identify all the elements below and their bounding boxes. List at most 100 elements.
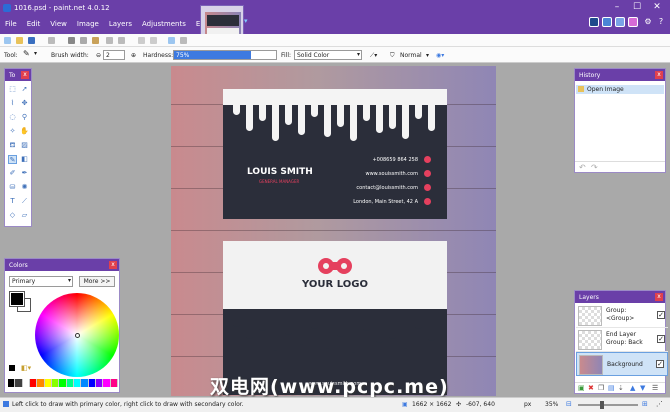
tools-close-icon[interactable]: x (21, 71, 29, 79)
layers-close-icon[interactable]: x (655, 293, 663, 301)
palette-icon[interactable]: ◧▾ (21, 364, 31, 372)
redo-icon[interactable] (150, 37, 157, 44)
palette-swatch[interactable] (59, 379, 67, 387)
paste-icon[interactable] (92, 37, 99, 44)
unit-dropdown[interactable]: px (524, 401, 531, 408)
layer-row-group[interactable]: Group: <Group> ✓ (576, 304, 668, 328)
move-selection-icon[interactable]: ➚ (20, 85, 29, 94)
move-layer-up-icon[interactable]: ▲ (630, 384, 635, 392)
merge-layer-icon[interactable]: ⇣ (618, 384, 624, 392)
menu-layers[interactable]: Layers (104, 17, 137, 33)
hardness-slider[interactable]: 75% (173, 50, 277, 60)
antialias-icon[interactable]: ⟋▾ (370, 52, 377, 60)
layer-row-background[interactable]: Background ✓ (576, 352, 668, 376)
color-wheel-picker[interactable] (75, 333, 80, 338)
menu-image[interactable]: Image (72, 17, 104, 33)
help-icon[interactable]: ? (656, 17, 666, 27)
colors-window-icon[interactable] (628, 17, 638, 27)
colors-close-icon[interactable]: x (109, 261, 117, 269)
tools-window-icon[interactable] (589, 17, 599, 27)
zoom-in-icon[interactable]: ⊞ (642, 400, 648, 408)
line-curve-icon[interactable]: ⟋ (20, 197, 29, 206)
palette-swatch[interactable] (15, 379, 23, 387)
minimize-button[interactable]: – (608, 2, 626, 12)
palette-swatch[interactable] (8, 379, 16, 387)
paintbrush-tool-icon[interactable]: ✎ (8, 155, 17, 164)
tool-dropdown-icon[interactable]: ▾ (34, 50, 37, 57)
tab-dropdown-icon[interactable]: ▾ (244, 17, 248, 25)
brush-width-minus-icon[interactable]: ⊖ (96, 52, 101, 59)
copy-icon[interactable] (80, 37, 87, 44)
zoom-slider-handle[interactable] (600, 401, 604, 409)
grid-icon[interactable] (168, 37, 175, 44)
crop-icon[interactable] (106, 37, 113, 44)
palette-swatch[interactable] (66, 379, 74, 387)
menu-file[interactable]: File (0, 17, 22, 33)
history-window-icon[interactable] (602, 17, 612, 27)
palette-swatch[interactable] (73, 379, 82, 387)
brush-width-plus-icon[interactable]: ⊕ (131, 52, 136, 59)
paint-bucket-icon[interactable]: ⛾ (8, 141, 17, 150)
palette-swatch[interactable] (51, 379, 60, 387)
palette-swatch[interactable] (29, 379, 38, 387)
history-undo-icon[interactable]: ↶ (579, 163, 586, 172)
cut-icon[interactable] (68, 37, 75, 44)
maximize-button[interactable]: ☐ (628, 2, 646, 12)
rulers-icon[interactable] (180, 37, 187, 44)
layer-row-end-group[interactable]: End Layer Group: Back ✓ (576, 328, 668, 352)
move-layer-down-icon[interactable]: ▼ (640, 384, 645, 392)
palette-swatch[interactable] (44, 379, 52, 387)
layer-visibility-checkbox[interactable]: ✓ (656, 360, 664, 368)
open-icon[interactable] (16, 37, 23, 44)
zoom-value[interactable]: 35% (545, 401, 558, 408)
fill-dropdown[interactable]: Solid Color (294, 50, 362, 60)
palette-swatch[interactable] (81, 379, 89, 387)
import-layer-icon[interactable]: ▤ (608, 384, 615, 392)
palette-swatch[interactable] (22, 379, 30, 387)
color-mode-dropdown[interactable]: Primary (9, 276, 73, 287)
more-button[interactable]: More >> (79, 276, 115, 287)
primary-color-swatch[interactable] (9, 291, 25, 307)
palette-swatch[interactable] (103, 379, 111, 387)
layer-visibility-checkbox[interactable]: ✓ (657, 311, 665, 319)
layers-window-icon[interactable] (615, 17, 625, 27)
zoom-out-icon[interactable]: ⊟ (566, 400, 572, 408)
move-selection-alt-icon[interactable]: ✥ (20, 99, 29, 108)
blend-mode-dropdown[interactable]: Normal (400, 52, 422, 59)
gradient-icon[interactable]: ▨ (20, 141, 29, 150)
settings-icon[interactable]: ⚙ (643, 17, 653, 27)
palette-swatch[interactable] (110, 379, 118, 387)
color-wheel[interactable] (35, 293, 119, 377)
recolor-icon[interactable]: ✺ (20, 183, 29, 192)
rectangle-select-icon[interactable]: ⬚ (8, 85, 17, 94)
new-icon[interactable] (4, 37, 11, 44)
history-close-icon[interactable]: x (655, 71, 663, 79)
duplicate-layer-icon[interactable]: ❐ (598, 384, 604, 392)
palette-swatch[interactable] (88, 379, 96, 387)
undo-icon[interactable] (138, 37, 145, 44)
close-button[interactable]: ✕ (648, 2, 666, 12)
add-layer-icon[interactable]: ▣ (578, 384, 585, 392)
reset-colors-icon[interactable] (9, 365, 15, 371)
text-icon[interactable]: T (8, 197, 17, 206)
zoom-icon[interactable]: ⚲ (20, 113, 29, 122)
ellipse-select-icon[interactable]: ◌ (8, 113, 17, 122)
shapes-icon[interactable]: ◇ (8, 211, 17, 220)
brush-width-field[interactable]: 2 (103, 50, 125, 60)
lasso-select-icon[interactable]: ⌇ (8, 99, 17, 108)
history-item[interactable]: Open Image (576, 85, 664, 94)
magic-wand-icon[interactable]: ✧ (8, 127, 17, 136)
paintbrush-icon[interactable]: ✎ (23, 49, 30, 58)
clone-stamp-icon[interactable]: ⛁ (8, 183, 17, 192)
shapes-alt-icon[interactable]: ▱ (20, 211, 29, 220)
eraser-icon[interactable]: ◧ (20, 155, 29, 164)
image-canvas[interactable]: LOUIS SMITH GENERAL MANAGER +008659 864 … (171, 66, 496, 396)
blend-dropdown-icon[interactable]: ▾ (426, 52, 429, 59)
print-icon[interactable] (48, 37, 55, 44)
palette-swatch[interactable] (95, 379, 104, 387)
color-palette[interactable] (8, 379, 118, 387)
layer-visibility-checkbox[interactable]: ✓ (657, 335, 665, 343)
sampling-icon[interactable]: ◉▾ (436, 52, 444, 59)
deselect-icon[interactable] (118, 37, 125, 44)
palette-swatch[interactable] (37, 379, 45, 387)
